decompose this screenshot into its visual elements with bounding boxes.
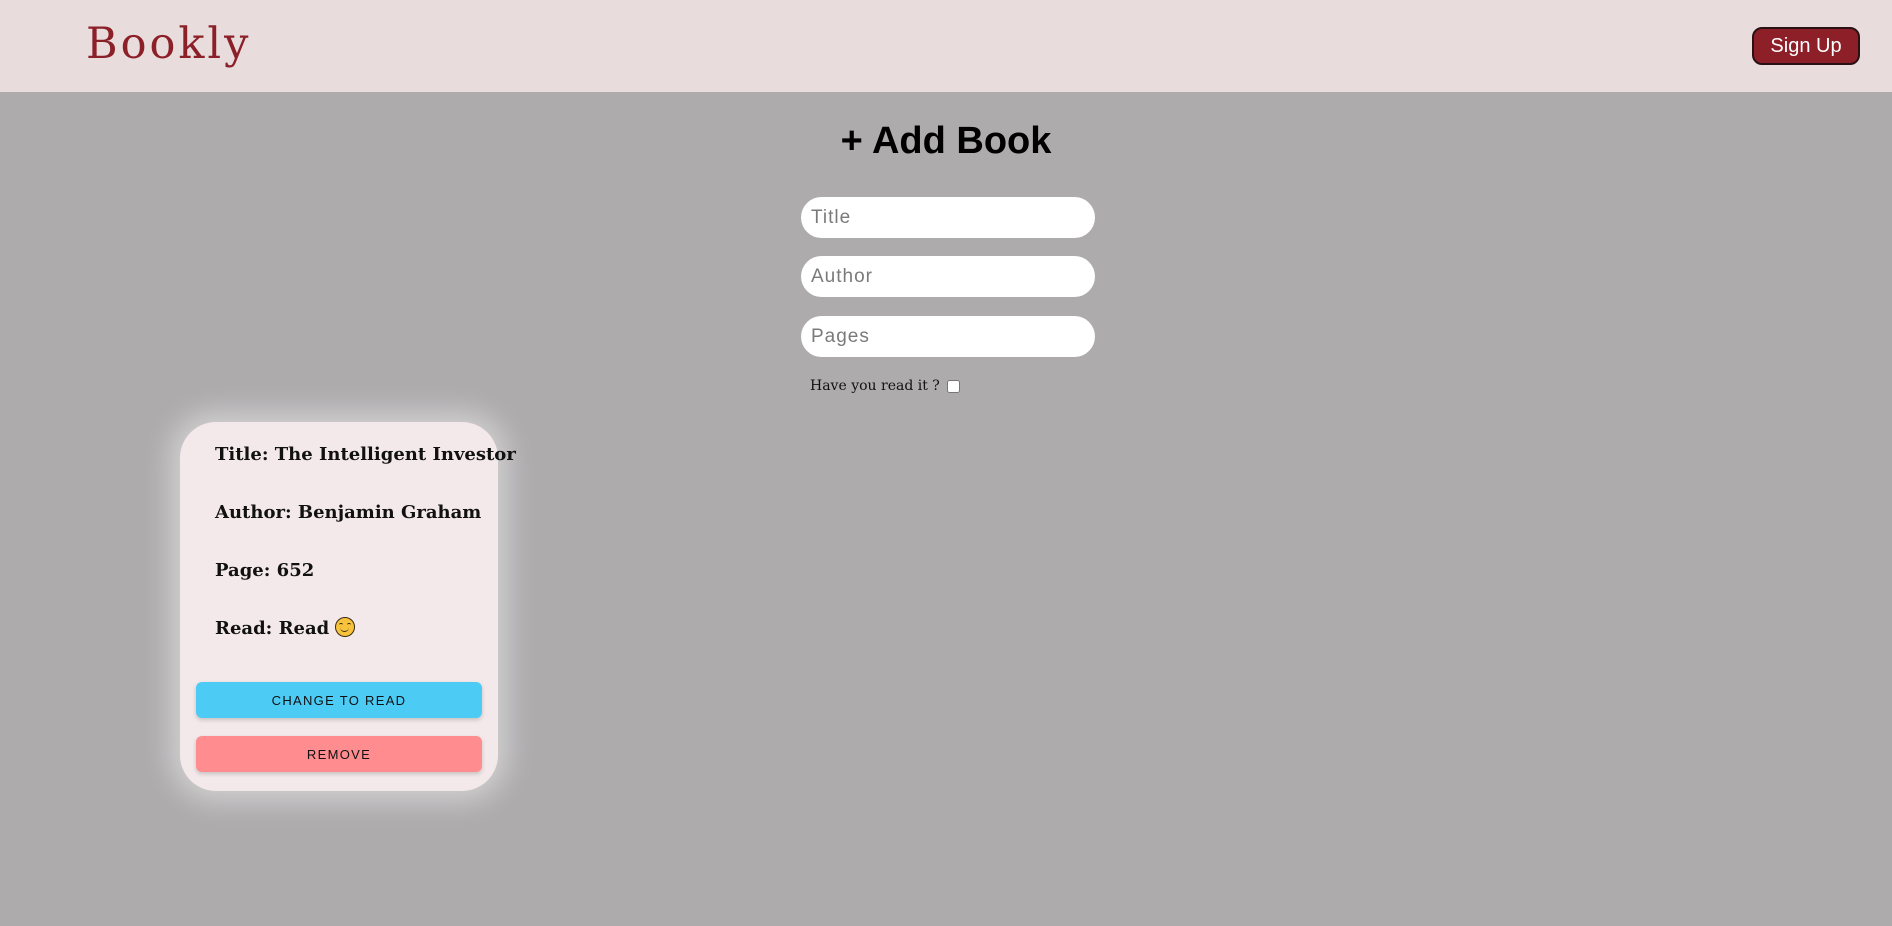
remove-button[interactable]: REMOVE: [196, 736, 482, 772]
smiling-face-icon: [335, 617, 356, 637]
sign-up-button[interactable]: Sign Up: [1752, 27, 1860, 65]
book-title: Title: The Intelligent Investor: [215, 444, 516, 465]
author-input[interactable]: [801, 256, 1095, 297]
pages-input[interactable]: [801, 316, 1095, 357]
book-card: Title: The Intelligent Investor Author: …: [180, 422, 516, 791]
title-input[interactable]: [801, 197, 1095, 238]
top-navbar: Bookly Sign Up: [0, 0, 1892, 92]
book-author: Author: Benjamin Graham: [215, 502, 482, 523]
book-read-status-text: Read: Read: [215, 618, 330, 639]
brand-logo[interactable]: Bookly: [86, 14, 251, 74]
book-read-status: Read: Read: [215, 616, 356, 642]
change-to-read-button[interactable]: CHANGE TO READ: [196, 682, 482, 718]
read-question-row: Have you read it ?: [810, 376, 960, 396]
read-question-label: Have you read it ?: [810, 378, 940, 394]
add-book-heading: + Add Book: [840, 120, 1052, 162]
book-pages: Page: 652: [215, 560, 315, 581]
read-checkbox[interactable]: [946, 379, 960, 393]
